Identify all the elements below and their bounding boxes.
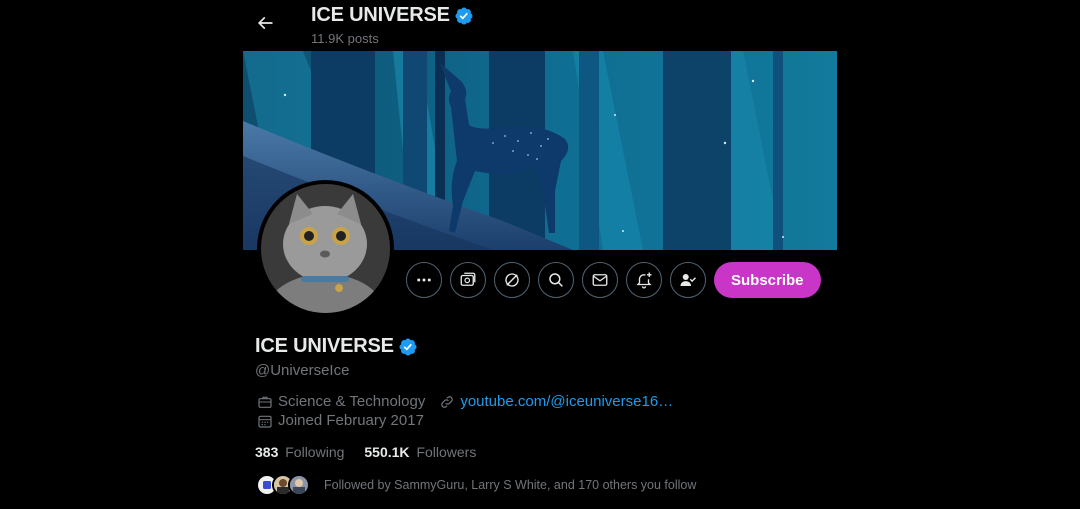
search-icon xyxy=(549,273,563,287)
follower-avatar xyxy=(288,474,310,496)
calendar-icon xyxy=(258,415,272,428)
followers-count: 550.1K xyxy=(364,444,410,460)
profile-category-label: Science & Technology xyxy=(278,393,426,410)
subscribe-button[interactable]: Subscribe xyxy=(714,262,821,298)
following-count: 383 xyxy=(255,444,279,460)
header-title-row: ICE UNIVERSE xyxy=(311,4,474,27)
header-title: ICE UNIVERSE xyxy=(311,4,450,26)
bell-plus-icon xyxy=(636,272,652,289)
profile-name-row: ICE UNIVERSE xyxy=(255,335,418,358)
verified-badge-icon xyxy=(455,6,473,25)
header-posts-count: 11.9K posts xyxy=(311,31,379,46)
following-link[interactable]: 383 Following xyxy=(255,444,344,460)
profile-website-link[interactable]: youtube.com/@iceuniverse16… xyxy=(460,393,673,410)
mail-icon xyxy=(592,274,608,286)
profile-avatar[interactable] xyxy=(257,180,394,317)
followed-by-avatars xyxy=(256,474,310,496)
followers-label: Followers xyxy=(416,444,477,460)
profile-website: youtube.com/@iceuniverse16… xyxy=(439,393,673,410)
back-button[interactable] xyxy=(250,8,280,38)
profile-category: Science & Technology xyxy=(257,393,425,410)
cat-avatar-image xyxy=(261,184,390,313)
notifications-button[interactable] xyxy=(626,262,662,298)
profile-joined-label: Joined February 2017 xyxy=(278,412,424,429)
more-button[interactable] xyxy=(406,262,442,298)
profile-joined-row: Joined February 2017 xyxy=(257,412,438,429)
profile-page: ICE UNIVERSE 11.9K posts Subscribe ICE U… xyxy=(0,0,1080,509)
profile-joined: Joined February 2017 xyxy=(257,412,424,429)
profile-meta-row: Science & Technology youtube.com/@iceuni… xyxy=(257,393,687,410)
grok-button[interactable] xyxy=(494,262,530,298)
profile-display-name: ICE UNIVERSE xyxy=(255,335,394,357)
search-profile-button[interactable] xyxy=(538,262,574,298)
link-icon xyxy=(441,395,454,408)
grok-icon xyxy=(505,273,519,287)
media-button[interactable] xyxy=(450,262,486,298)
following-button[interactable] xyxy=(670,262,706,298)
media-icon xyxy=(460,272,476,286)
more-dots-icon xyxy=(417,278,431,282)
user-check-icon xyxy=(680,274,696,286)
verified-badge-icon[interactable] xyxy=(398,337,418,357)
followed-by-row[interactable]: Followed by SammyGuru, Larry S White, an… xyxy=(256,474,696,496)
back-arrow-icon xyxy=(257,16,273,30)
following-label: Following xyxy=(285,444,345,460)
followers-link[interactable]: 550.1K Followers xyxy=(364,444,476,460)
followed-by-text: Followed by SammyGuru, Larry S White, an… xyxy=(324,478,697,492)
follow-stats: 383 Following 550.1K Followers xyxy=(255,444,496,460)
briefcase-icon xyxy=(258,396,272,408)
profile-actions: Subscribe xyxy=(406,262,821,298)
message-button[interactable] xyxy=(582,262,618,298)
profile-handle: @UniverseIce xyxy=(255,362,350,379)
